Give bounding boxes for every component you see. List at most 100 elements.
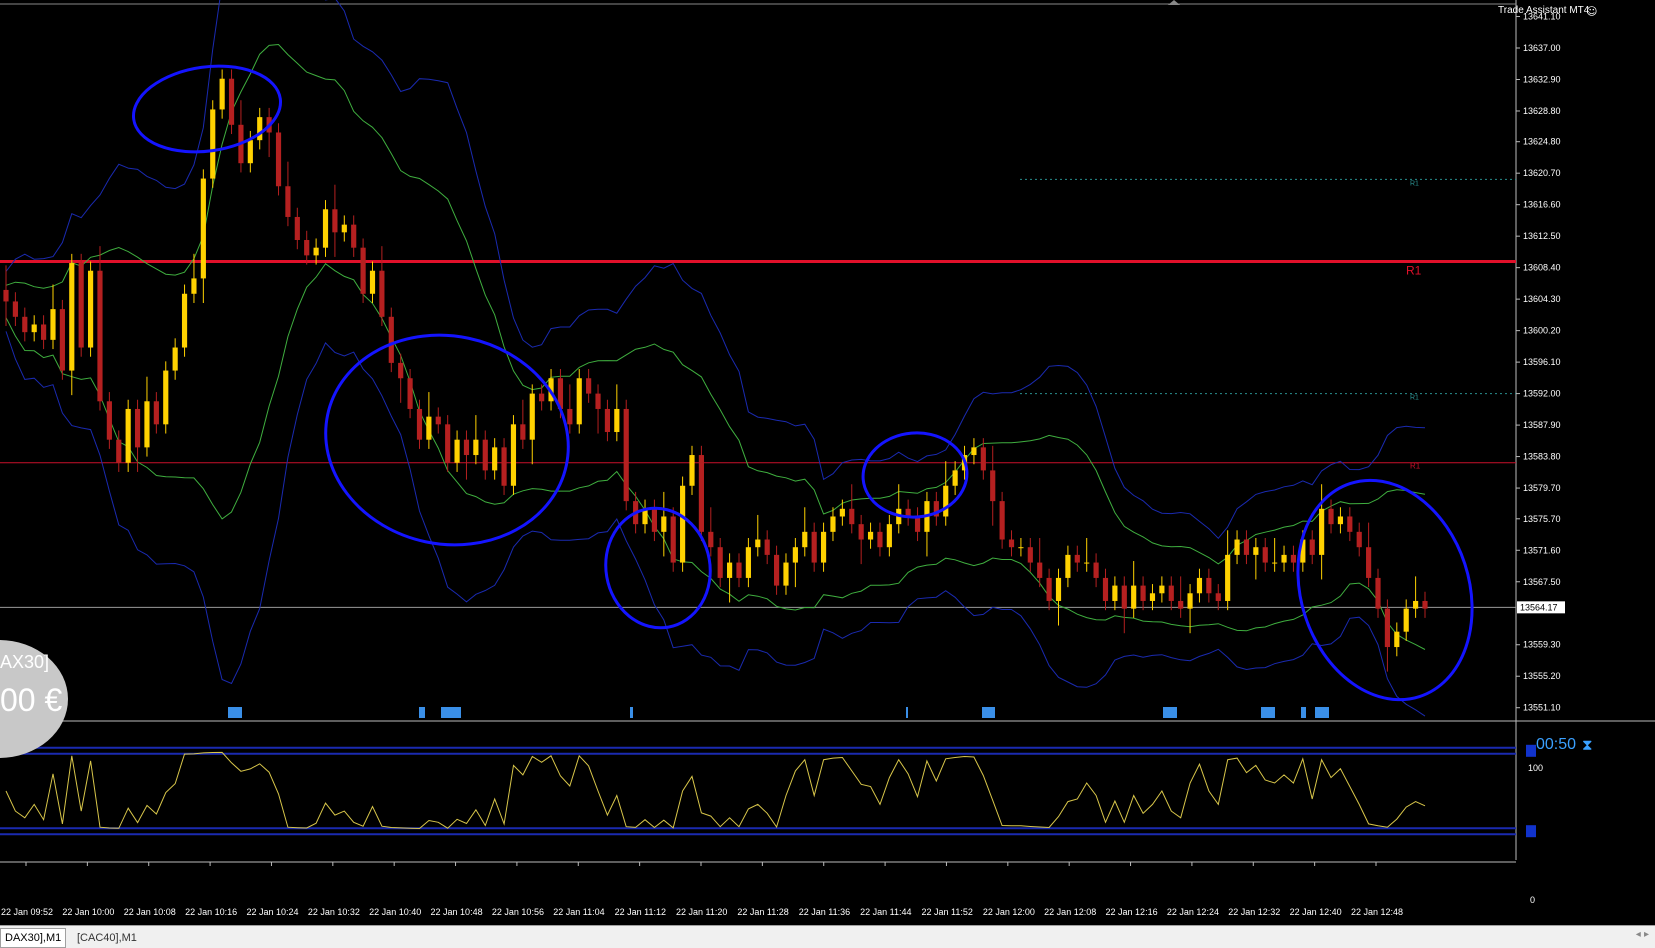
candle-body (407, 378, 413, 409)
candle (745, 537, 751, 588)
candle (820, 522, 827, 572)
candle (614, 384, 620, 442)
candle-body (200, 178, 206, 279)
candle-body (12, 301, 18, 317)
time-tick-label: 22 Jan 10:56 (492, 907, 544, 917)
bollinger-inner-upper (5, 43, 1426, 565)
candle (698, 445, 704, 542)
price-tick-label: 13579.70 (1523, 483, 1561, 493)
candle-body (360, 247, 366, 294)
time-tick-label: 22 Jan 12:24 (1167, 907, 1219, 917)
candle-body (1065, 554, 1071, 578)
candle-body (1149, 593, 1156, 601)
price-chart[interactable]: 13641.1013637.0013632.9013628.8013624.80… (0, 0, 1655, 925)
hourglass-icon: ⧗ (1582, 736, 1593, 754)
candle-body (332, 209, 338, 233)
price-tick-label: 13616.60 (1523, 200, 1561, 210)
candle (877, 522, 883, 557)
tab-cac40-m1[interactable]: [CAC40],M1 (72, 928, 142, 948)
price-tick-label: 13632.90 (1523, 74, 1561, 84)
candle (322, 200, 329, 257)
candle-body (257, 117, 263, 141)
candle-body (830, 516, 836, 532)
candle (1112, 576, 1118, 611)
candle-body (1375, 577, 1381, 609)
candle (210, 100, 216, 188)
candle (990, 445, 996, 526)
candle (1413, 576, 1419, 618)
candle (50, 284, 56, 350)
bollinger-outer-lower (5, 331, 1426, 717)
candle-body (576, 378, 582, 425)
candle (153, 392, 159, 434)
price-tick-label: 13604.30 (1523, 294, 1561, 304)
candle (501, 438, 507, 495)
candle (1159, 576, 1165, 603)
candle-body (914, 516, 921, 532)
time-tick-label: 22 Jan 10:24 (246, 907, 298, 917)
candle-body (717, 547, 723, 578)
candle-body (1337, 516, 1344, 525)
price-tick-label: 13608.40 (1523, 263, 1561, 273)
candle (172, 338, 178, 380)
candle-body (1366, 547, 1372, 578)
candle-body (106, 401, 112, 440)
candle (952, 461, 958, 495)
candle (1215, 584, 1221, 611)
candle-body (134, 408, 141, 448)
candle (1422, 591, 1428, 618)
candle-body (1178, 600, 1184, 609)
candle-body (1272, 562, 1278, 564)
candle (69, 253, 75, 396)
candle-body (1309, 539, 1315, 555)
candle-body (623, 408, 629, 502)
candle-body (736, 562, 742, 578)
candle-body (398, 362, 404, 379)
candle (1281, 545, 1287, 572)
candle-body (322, 209, 329, 248)
price-tick-label: 13575.70 (1523, 514, 1561, 524)
candle (1121, 576, 1127, 634)
candle (181, 284, 188, 357)
candle (31, 315, 37, 342)
time-tick-label: 22 Jan 12:48 (1351, 907, 1403, 917)
candle-body (980, 447, 986, 471)
tab-dax30-m1[interactable]: DAX30],M1 (0, 928, 67, 948)
candle (1008, 530, 1015, 557)
shift-marker-icon (1168, 0, 1180, 5)
candle-body (473, 439, 479, 456)
candle (802, 507, 808, 557)
candle (595, 384, 601, 434)
oscillator-upper-handle (1526, 744, 1536, 757)
time-tick-label: 22 Jan 12:40 (1290, 907, 1342, 917)
candle (106, 392, 112, 449)
candle (1168, 576, 1174, 611)
candle (1187, 584, 1193, 634)
candle-body (1196, 577, 1203, 594)
candle (1347, 507, 1353, 542)
time-tick-label: 22 Jan 11:20 (676, 907, 727, 917)
signal-marker (982, 707, 995, 718)
pivot-label-r1-small: R1 (1410, 462, 1421, 471)
candle (1093, 553, 1099, 588)
candle (1356, 522, 1362, 557)
tab-scroll-arrows[interactable]: ◂ ▸ (1636, 929, 1649, 940)
candle (87, 261, 94, 357)
candle (1272, 537, 1278, 572)
candle (783, 553, 789, 595)
candle (266, 107, 272, 158)
candle (839, 499, 845, 526)
candle-body (680, 485, 686, 563)
candle (1140, 576, 1146, 611)
candle-body (1206, 577, 1212, 594)
time-tick-label: 22 Jan 10:32 (308, 907, 360, 917)
candle (586, 369, 592, 403)
candle (125, 399, 131, 472)
time-tick-label: 22 Jan 10:08 (124, 907, 176, 917)
candle-body (369, 270, 376, 294)
dotted-level-label: R1 (1410, 395, 1419, 402)
candle (482, 430, 488, 480)
candle (360, 238, 366, 303)
candle (200, 169, 206, 303)
badge-amount: 00 € (0, 682, 63, 718)
